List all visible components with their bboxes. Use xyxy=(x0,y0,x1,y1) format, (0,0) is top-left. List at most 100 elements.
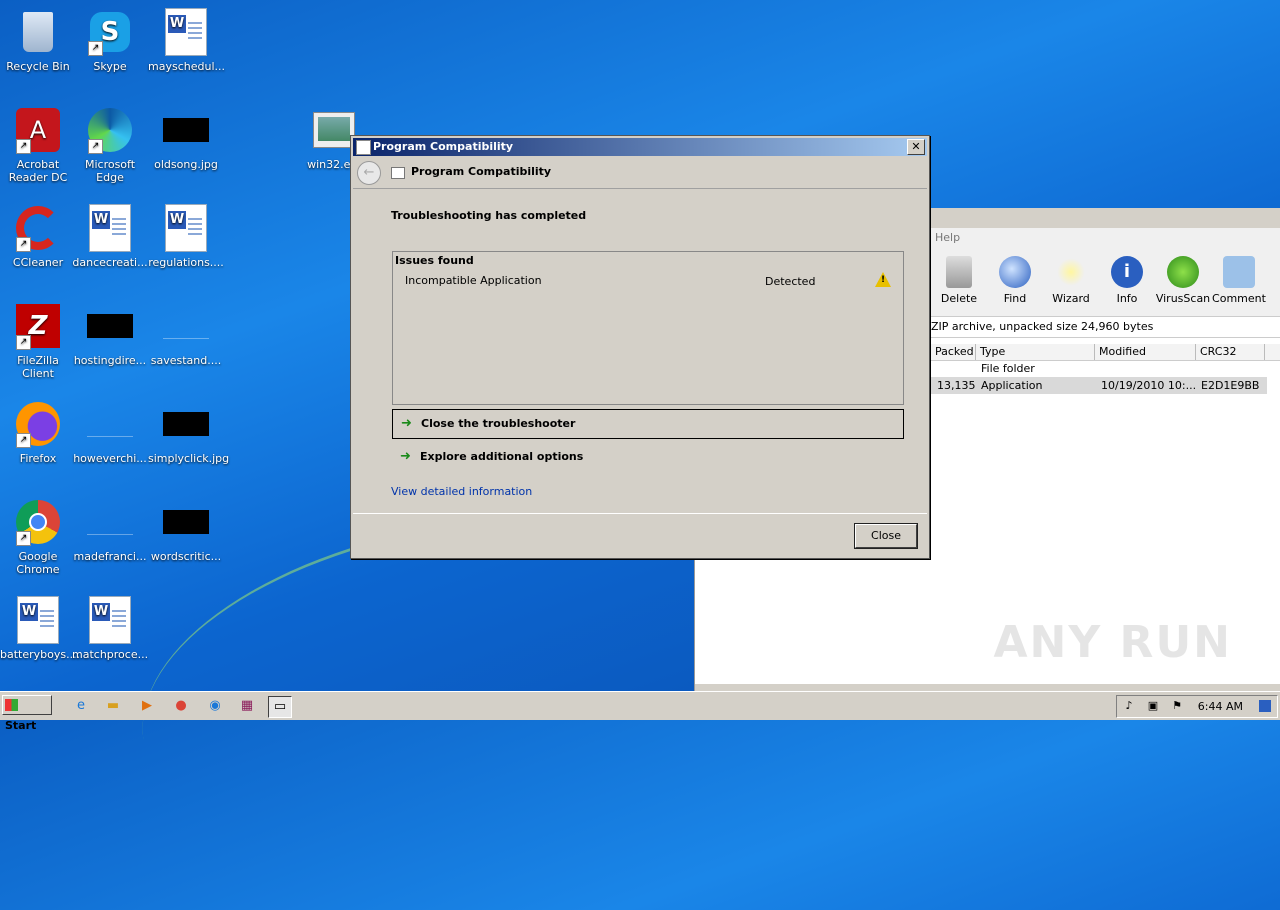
desktop-icon-howeverchi[interactable]: howeverchi... xyxy=(72,400,148,465)
show-desktop-icon[interactable] xyxy=(1259,700,1271,712)
toolbar-virusscan-button[interactable]: VirusScan xyxy=(1155,248,1211,316)
explore-options-option[interactable]: ➜ Explore additional options xyxy=(392,443,902,471)
desktop-icon-mayschedule[interactable]: mayschedul... xyxy=(148,8,225,73)
desktop-icon-label: Skype xyxy=(93,60,127,73)
media-player-icon[interactable]: ▶ xyxy=(136,696,158,716)
edge-icon: ↗ xyxy=(86,106,134,154)
desktop-icon-label: regulations.... xyxy=(148,256,224,269)
desktop-icon-firefox[interactable]: ↗ Firefox xyxy=(0,400,76,465)
archive-path-text: ZIP archive, unpacked size 24,960 bytes xyxy=(931,316,1280,338)
dialog-nav: ← Program Compatibility xyxy=(351,158,929,186)
table-row[interactable]: 13,135 Application 10/19/2010 10:... E2D… xyxy=(931,377,1267,394)
green-arrow-icon: ➜ xyxy=(401,416,412,431)
network-icon[interactable]: ▣ xyxy=(1147,700,1159,712)
start-button[interactable]: Start xyxy=(2,695,52,732)
desktop-icon-label: oldsong.jpg xyxy=(154,158,218,171)
anyrun-watermark: ANY RUN xyxy=(993,617,1232,668)
desktop-icon-label: madefranci... xyxy=(73,550,147,563)
issues-box: Issues found Incompatible Application De… xyxy=(392,251,904,405)
desktop-icon-chrome[interactable]: ↗ Google Chrome xyxy=(0,498,76,576)
clock[interactable]: 6:44 AM xyxy=(1198,700,1243,713)
desktop-icon-label: matchproce... xyxy=(72,648,149,661)
completion-heading: Troubleshooting has completed xyxy=(391,209,587,222)
column-crc32[interactable]: CRC32 xyxy=(1196,344,1265,360)
desktop-icon-oldsong[interactable]: oldsong.jpg xyxy=(148,106,224,171)
ie-icon[interactable]: e xyxy=(70,696,92,716)
desktop-icon-simplyclick[interactable]: simplyclick.jpg xyxy=(148,400,229,465)
desktop-icon-acrobat[interactable]: A ↗ Acrobat Reader DC xyxy=(0,106,76,184)
desktop-icon-label: CCleaner xyxy=(12,256,64,269)
troubleshooter-icon xyxy=(391,167,405,179)
word-document-icon xyxy=(162,204,210,252)
word-document-icon xyxy=(86,204,134,252)
desktop-icon-regulations[interactable]: regulations.... xyxy=(148,204,224,269)
back-arrow-icon[interactable]: ← xyxy=(357,161,381,185)
nav-title: Program Compatibility xyxy=(411,165,552,178)
desktop-icon-label: Recycle Bin xyxy=(6,60,70,73)
close-button[interactable]: Close xyxy=(855,524,917,548)
issues-header: Issues found xyxy=(395,254,474,267)
speaker-icon[interactable]: ♪ xyxy=(1123,700,1135,712)
desktop-icon-madefranci[interactable]: madefranci... xyxy=(72,498,148,563)
image-file-icon xyxy=(162,498,210,546)
desktop-icon-savestand[interactable]: savestand.... xyxy=(148,302,224,367)
view-detailed-information-link[interactable]: View detailed information xyxy=(391,485,532,498)
column-type[interactable]: Type xyxy=(976,344,1095,360)
table-row[interactable]: File folder xyxy=(931,360,1267,377)
virus-icon xyxy=(1167,256,1199,288)
dialog-title: Program Compatibility xyxy=(373,140,514,153)
image-file-icon xyxy=(162,400,210,448)
issue-status: Detected xyxy=(765,275,816,288)
close-icon[interactable]: ✕ xyxy=(907,139,925,155)
word-document-icon xyxy=(162,8,210,56)
toolbar-find-button[interactable]: Find xyxy=(987,248,1043,316)
desktop-icon-label: wordscritic... xyxy=(150,550,222,563)
toolbar-info-button[interactable]: i Info xyxy=(1099,248,1155,316)
comment-icon xyxy=(1223,256,1255,288)
chrome-taskbar-icon[interactable]: ● xyxy=(170,696,192,716)
desktop-icon-batteryboys[interactable]: batteryboys.... xyxy=(0,596,80,661)
archive-toolbar: Delete Find Wizard i Info VirusScan Comme… xyxy=(931,248,1280,316)
desktop-icon-edge[interactable]: ↗ Microsoft Edge xyxy=(72,106,148,184)
file-icon xyxy=(162,302,210,350)
action-center-flag-icon[interactable]: ⚑ xyxy=(1171,700,1183,712)
folder-icon[interactable]: ▬ xyxy=(102,696,124,716)
dialog-titlebar[interactable]: Program Compatibility ✕ xyxy=(353,138,927,156)
desktop-icon-ccleaner[interactable]: ↗ CCleaner xyxy=(0,204,76,269)
column-modified[interactable]: Modified xyxy=(1095,344,1196,360)
image-file-icon xyxy=(162,106,210,154)
menu-help[interactable]: Help xyxy=(935,231,960,244)
desktop-icon-matchprocess[interactable]: matchproce... xyxy=(72,596,148,661)
desktop-icon-recycle-bin[interactable]: Recycle Bin xyxy=(0,8,76,73)
magnifier-icon xyxy=(999,256,1031,288)
ccleaner-icon: ↗ xyxy=(14,204,62,252)
desktop-icon-dancecreation[interactable]: dancecreati... xyxy=(72,204,148,269)
winrar-icon[interactable]: ▦ xyxy=(236,696,258,716)
desktop-icon-skype[interactable]: S ↗ Skype xyxy=(72,8,148,73)
desktop-icon-label: hostingdire... xyxy=(73,354,147,367)
toolbar-wizard-button[interactable]: Wizard xyxy=(1043,248,1099,316)
file-icon xyxy=(86,498,134,546)
acrobat-icon: A ↗ xyxy=(14,106,62,154)
issue-name: Incompatible Application xyxy=(405,274,542,287)
close-troubleshooter-option[interactable]: ➜ Close the troubleshooter xyxy=(392,409,904,439)
program-compatibility-dialog: Program Compatibility ✕ ← Program Compat… xyxy=(350,135,930,559)
wand-icon xyxy=(1055,256,1087,288)
skype-icon: S ↗ xyxy=(86,8,134,56)
desktop-icon-label: batteryboys.... xyxy=(0,648,81,661)
desktop-icon-wordscritic[interactable]: wordscritic... xyxy=(148,498,224,563)
file-icon xyxy=(86,400,134,448)
column-packed[interactable]: Packed xyxy=(931,344,976,360)
desktop-icon-label: FileZilla Client xyxy=(17,354,59,380)
trash-icon xyxy=(946,256,972,288)
desktop-icon-label: Firefox xyxy=(19,452,57,465)
troubleshooter-taskbar-icon[interactable]: ▭ xyxy=(268,696,292,718)
toolbar-comment-button[interactable]: Comment xyxy=(1211,248,1267,316)
desktop-icon-hostingdirect[interactable]: hostingdire... xyxy=(72,302,148,367)
file-list-header: Packed Type Modified CRC32 xyxy=(931,344,1280,361)
edge-taskbar-icon[interactable]: ◉ xyxy=(204,696,226,716)
green-arrow-icon: ➜ xyxy=(400,449,411,464)
desktop-icon-filezilla[interactable]: Z ↗ FileZilla Client xyxy=(0,302,76,380)
toolbar-delete-button[interactable]: Delete xyxy=(931,248,987,316)
desktop-icon-label: savestand.... xyxy=(150,354,222,367)
